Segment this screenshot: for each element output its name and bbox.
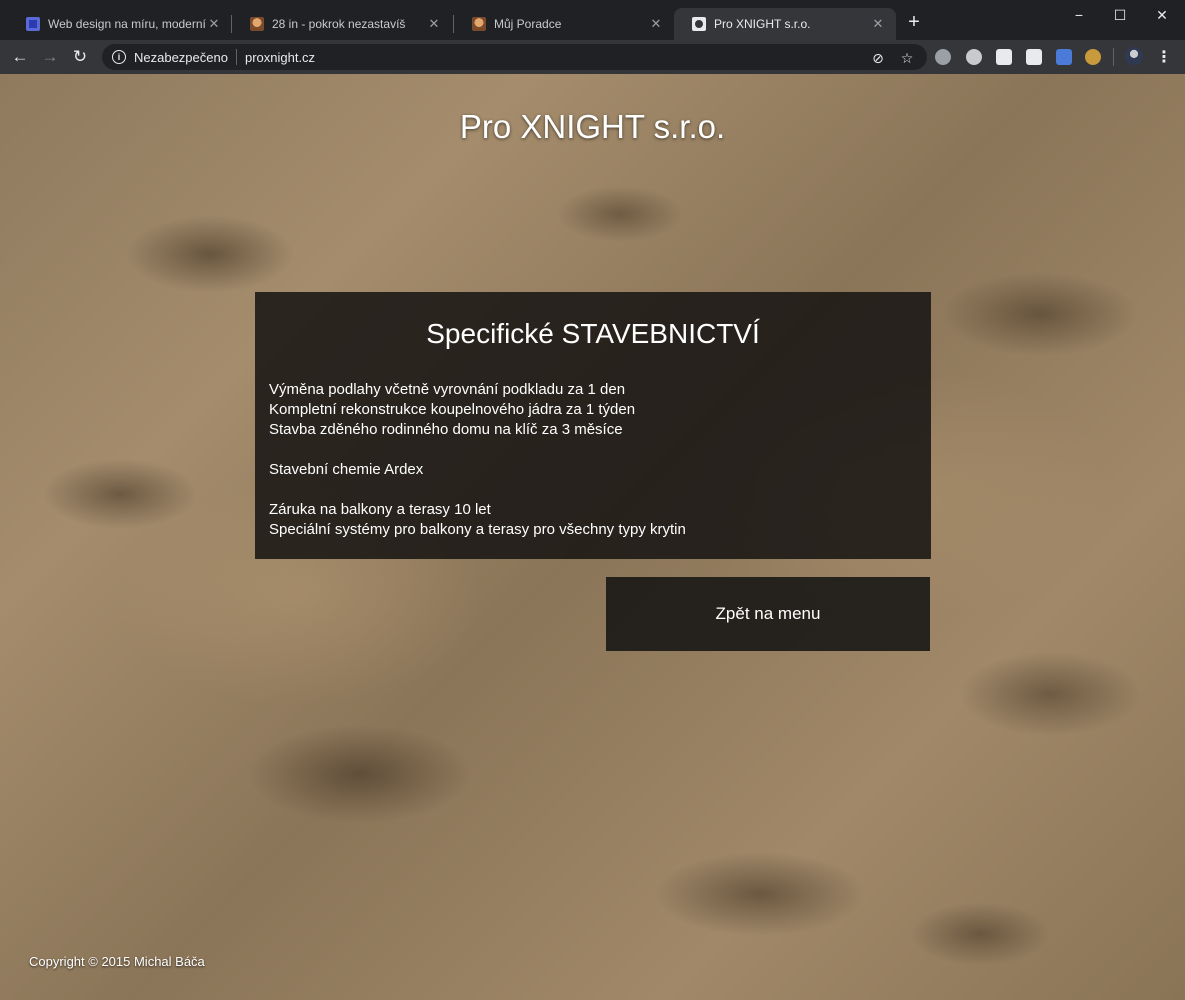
tab-close-icon[interactable]: ✕ xyxy=(206,16,222,32)
info-icon[interactable]: i xyxy=(112,50,126,64)
card-paragraph: Výměna podlahy včetně vyrovnání podkladu… xyxy=(269,380,917,440)
back-to-menu-button[interactable]: Zpět na menu xyxy=(606,577,930,651)
tab-title: Můj Poradce xyxy=(494,17,562,31)
tab-title: Web design na míru, moderní, re xyxy=(48,17,206,31)
card-paragraph: Stavební chemie Ardex xyxy=(269,460,917,480)
tab-strip: Web design na míru, moderní, re ✕ 28 in … xyxy=(0,0,1185,40)
card-line: Výměna podlahy včetně vyrovnání podkladu… xyxy=(269,381,626,398)
translate-icon[interactable] xyxy=(1056,49,1072,65)
reader-icon[interactable] xyxy=(1026,49,1042,65)
checkmark-icon[interactable] xyxy=(996,49,1012,65)
card-paragraph: Záruka na balkony a terasy 10 let Speciá… xyxy=(269,500,917,540)
tab-28-in[interactable]: 28 in - pokrok nezastavíš ✕ xyxy=(232,8,452,40)
reload-icon[interactable]: ↻ xyxy=(68,45,92,69)
security-status[interactable]: Nezabezpečeno xyxy=(134,50,228,65)
globe-icon xyxy=(692,17,706,31)
bulb-icon[interactable] xyxy=(935,49,951,65)
card-line: Kompletní rekonstrukce koupelnového jádr… xyxy=(269,401,636,418)
new-tab-button[interactable]: + xyxy=(904,12,924,32)
url-text[interactable]: proxnight.cz xyxy=(245,50,315,65)
site-square-icon xyxy=(26,17,40,31)
minimize-button[interactable]: − xyxy=(1056,0,1102,30)
face-avatar-icon xyxy=(472,17,486,31)
card-line: Stavební chemie Ardex xyxy=(269,461,424,478)
back-arrow-icon[interactable]: ← xyxy=(8,45,32,69)
profile-avatar-icon[interactable] xyxy=(1125,47,1143,65)
tab-close-icon[interactable]: ✕ xyxy=(870,16,886,32)
copyright-footer: Copyright © 2015 Michal Báča xyxy=(29,954,205,969)
extension-divider xyxy=(1113,48,1114,66)
card-line: Stavba zděného rodinného domu na klíč za… xyxy=(269,421,623,438)
star-bookmark-icon[interactable]: ☆ xyxy=(899,50,915,66)
tab-pro-xnight[interactable]: Pro XNIGHT s.r.o. ✕ xyxy=(674,8,896,40)
tab-title: Pro XNIGHT s.r.o. xyxy=(714,17,811,31)
page-viewport: Pro XNIGHT s.r.o. Specifické STAVEBNICTV… xyxy=(0,74,1185,1000)
tab-web-design[interactable]: Web design na míru, moderní, re ✕ xyxy=(8,8,232,40)
skype-icon[interactable] xyxy=(966,49,982,65)
tab-close-icon[interactable]: ✕ xyxy=(426,16,442,32)
browser-menu-icon[interactable]: ⋮ xyxy=(1156,47,1172,67)
address-bar[interactable]: i Nezabezpečeno proxnight.cz ⊘ ☆ xyxy=(102,44,927,70)
content-card: Specifické STAVEBNICTVÍ Výměna podlahy v… xyxy=(255,292,931,559)
forward-arrow-icon[interactable]: → xyxy=(38,45,62,69)
card-title: Specifické STAVEBNICTVÍ xyxy=(426,318,760,349)
address-divider xyxy=(235,49,237,65)
card-line: Speciální systémy pro balkony a terasy p… xyxy=(269,521,686,538)
blocked-content-icon[interactable]: ⊘ xyxy=(870,50,886,66)
tab-close-icon[interactable]: ✕ xyxy=(648,16,664,32)
tab-title: 28 in - pokrok nezastavíš xyxy=(272,17,406,31)
maximize-button[interactable]: ☐ xyxy=(1097,0,1143,30)
close-window-button[interactable]: ✕ xyxy=(1139,0,1185,30)
owl-icon[interactable] xyxy=(1085,49,1101,65)
tab-muj-poradce[interactable]: Můj Poradce ✕ xyxy=(454,8,674,40)
face-avatar-icon xyxy=(250,17,264,31)
site-title: Pro XNIGHT s.r.o. xyxy=(459,108,726,145)
card-line: Záruka na balkony a terasy 10 let xyxy=(269,501,491,518)
